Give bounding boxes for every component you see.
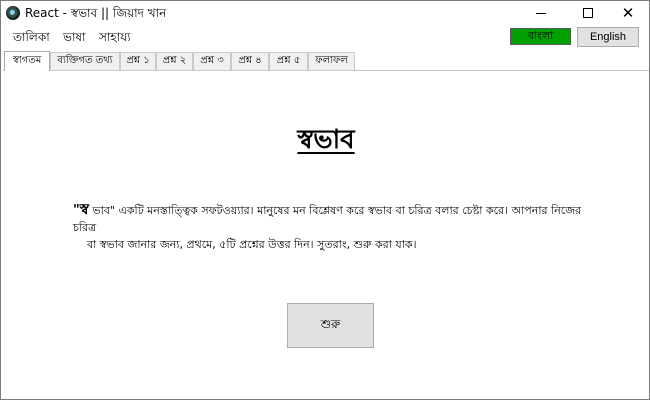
app-description: "স্ব ভাব" একটি মনস্তাত্ত্বিক সফটওয়্যার।… [73, 201, 593, 253]
tab-question-4[interactable]: প্রশ্ন ৪ [231, 52, 269, 70]
english-language-button[interactable]: English [577, 27, 639, 47]
tab-question-2[interactable]: প্রশ্ন ২ [156, 52, 193, 70]
menu-language[interactable]: ভাষা [63, 29, 86, 49]
maximize-icon [583, 8, 593, 18]
description-line-2: বা স্বভাব জানার জন্য, প্রথমে, ৫টি প্রশ্ন… [87, 238, 417, 251]
tab-question-3[interactable]: প্রশ্ন ৩ [193, 52, 231, 70]
minimize-button[interactable] [519, 1, 563, 25]
tab-result[interactable]: ফলাফল [308, 52, 355, 70]
tab-question-1[interactable]: প্রশ্ন ১ [120, 52, 156, 70]
app-window: React - স্বভাব || জিয়াদ খান ✕ তালিকা ভা… [0, 0, 650, 400]
start-button[interactable]: শুরু [287, 303, 374, 348]
tab-welcome[interactable]: স্বাগতম [4, 51, 50, 71]
app-logo-icon [6, 6, 20, 20]
minimize-icon [536, 12, 546, 14]
window-title: React - স্বভাব || জিয়াদ খান [25, 6, 167, 20]
menu-help[interactable]: সাহায্য [99, 29, 131, 49]
page-title: স্বভাব [1, 119, 650, 163]
tab-strip: স্বাগতম ব্যক্তিগত তথ্য প্রশ্ন ১ প্রশ্ন ২… [3, 51, 649, 71]
close-icon: ✕ [621, 3, 635, 22]
description-brand: স্ব [79, 200, 89, 218]
menu-list[interactable]: তালিকা [13, 29, 50, 49]
tab-question-5[interactable]: প্রশ্ন ৫ [269, 52, 308, 70]
tab-personal-info[interactable]: ব্যক্তিগত তথ্য [50, 52, 120, 70]
page-title-text: স্বভাব [297, 125, 355, 155]
description-line-1: ভাব" একটি মনস্তাত্ত্বিক সফটওয়্যার। মানু… [73, 204, 582, 234]
description-quote: " [73, 203, 80, 218]
maximize-button[interactable] [566, 1, 610, 25]
close-button[interactable]: ✕ [606, 1, 650, 25]
title-bar: React - স্বভাব || জিয়াদ খান ✕ [1, 1, 649, 25]
bangla-language-button[interactable]: বাংলা [510, 28, 571, 45]
